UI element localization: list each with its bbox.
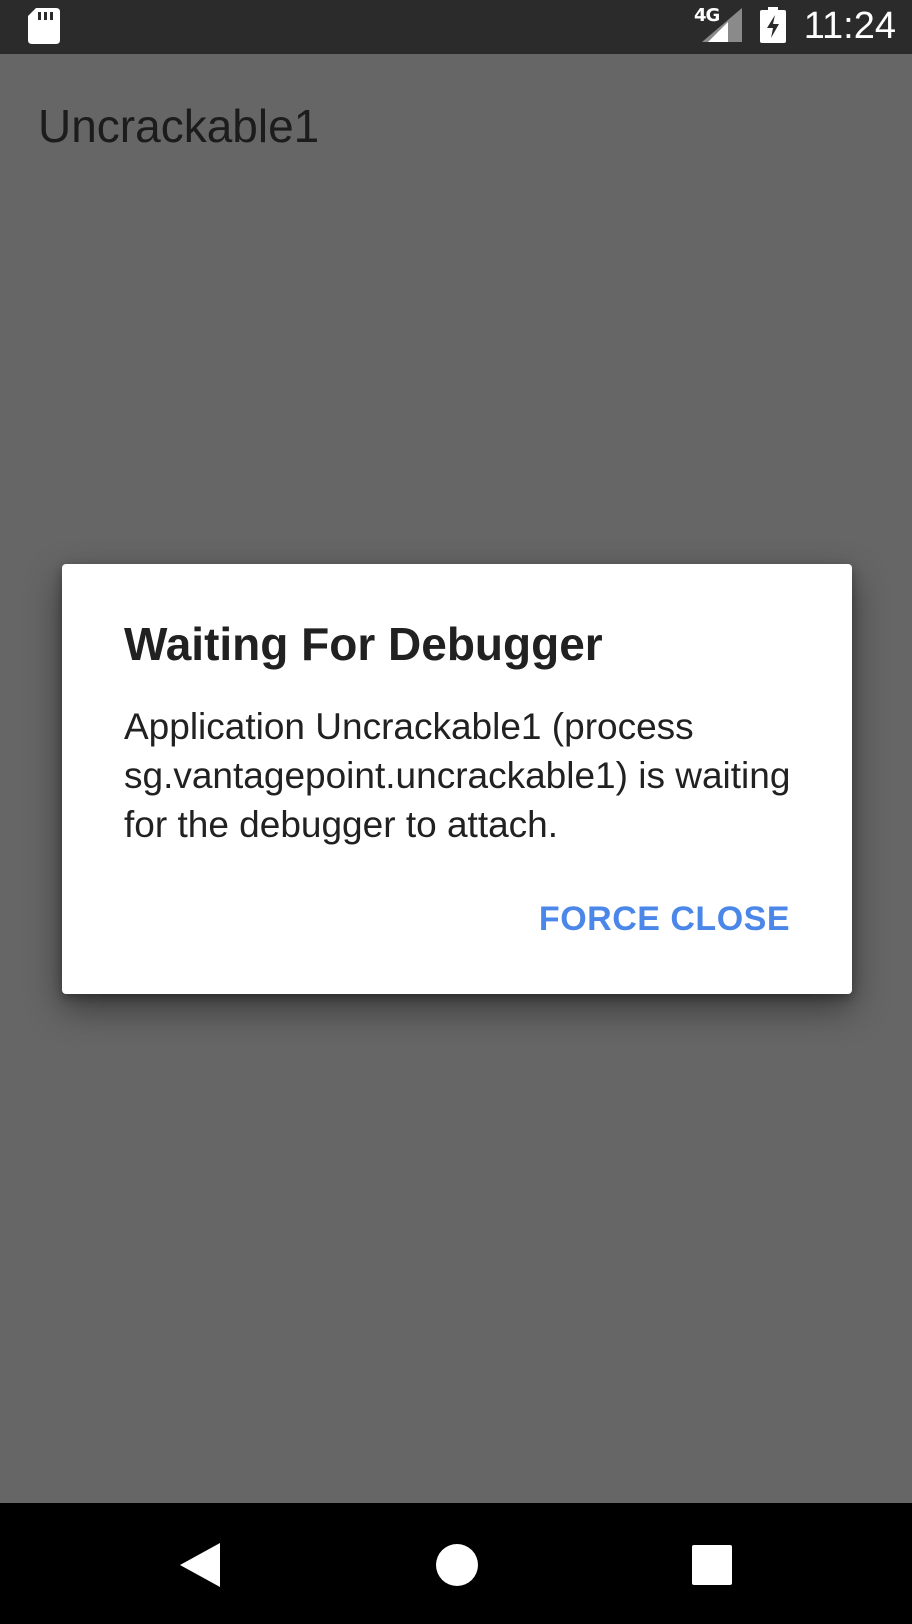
battery-charging-icon <box>760 7 786 43</box>
home-icon[interactable] <box>435 1543 479 1587</box>
dialog-message: Application Uncrackable1 (process sg.van… <box>124 706 791 845</box>
back-icon[interactable] <box>180 1543 220 1587</box>
status-clock: 11:24 <box>803 5 896 47</box>
sd-card-icon <box>28 8 60 44</box>
screen: 4G 11:24 Uncrackable1 Waiting For Debugg… <box>0 0 912 1624</box>
debugger-dialog: Waiting For Debugger Application Uncrack… <box>62 564 852 994</box>
status-bar: 4G 11:24 <box>0 0 912 54</box>
signal-icon <box>702 8 742 42</box>
force-close-button[interactable]: FORCE CLOSE <box>539 896 790 942</box>
app-title: Uncrackable1 <box>38 100 320 152</box>
dialog-title: Waiting For Debugger <box>124 618 603 670</box>
recents-icon[interactable] <box>692 1545 732 1585</box>
navigation-bar <box>0 1503 912 1624</box>
